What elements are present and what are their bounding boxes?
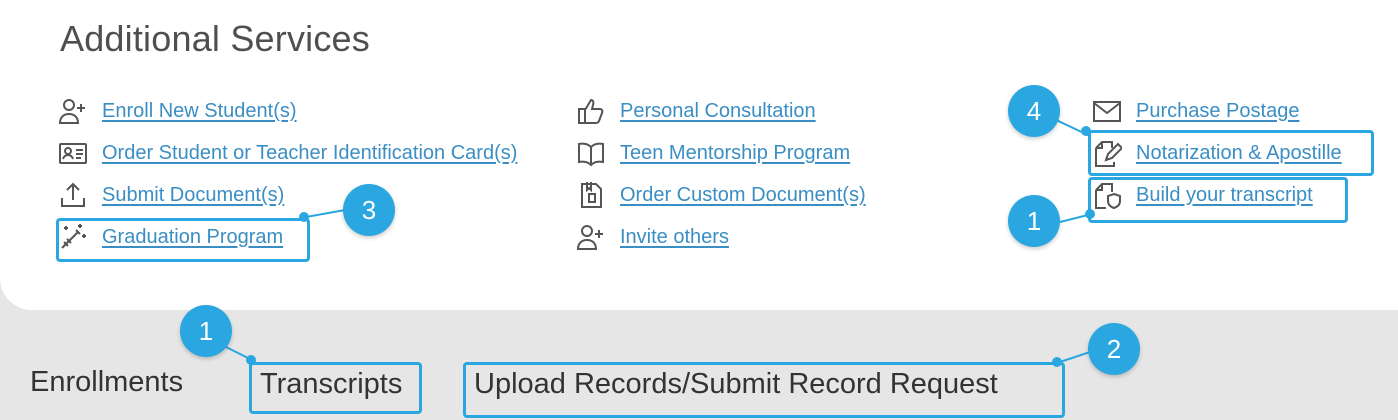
order-custom-document-link[interactable]: Order Custom Document(s) [620, 184, 866, 207]
build-transcript-link[interactable]: Build your transcript [1136, 184, 1313, 207]
envelope-icon [1090, 94, 1124, 128]
notarization-apostille-link[interactable]: Notarization & Apostille [1136, 142, 1342, 165]
submit-document-link[interactable]: Submit Document(s) [102, 184, 284, 207]
callout-badge-1-transcript: 1 [1008, 195, 1060, 247]
personal-consultation-link[interactable]: Personal Consultation [620, 100, 816, 123]
additional-services-card: Additional Services Enroll New Student(s… [0, 0, 1398, 310]
document-shield-icon [1090, 178, 1124, 212]
services-column-2: Personal Consultation Teen Mentorship Pr… [574, 90, 866, 258]
service-invite-others[interactable]: Invite others [574, 216, 866, 258]
upload-icon [56, 178, 90, 212]
callout-badge-4: 4 [1008, 85, 1060, 137]
connector-dot [1085, 209, 1095, 219]
book-open-icon [574, 136, 608, 170]
magic-wand-icon [56, 220, 90, 254]
connector-dot [1081, 126, 1091, 136]
service-notarization-apostille[interactable]: Notarization & Apostille [1090, 132, 1342, 174]
service-purchase-postage[interactable]: Purchase Postage [1090, 90, 1342, 132]
thumbs-up-icon [574, 94, 608, 128]
enroll-new-student-link[interactable]: Enroll New Student(s) [102, 100, 297, 123]
callout-badge-2: 2 [1088, 323, 1140, 375]
connector-dot [1052, 357, 1062, 367]
service-graduation-program[interactable]: Graduation Program [56, 216, 517, 258]
invite-others-link[interactable]: Invite others [620, 226, 729, 249]
service-teen-mentorship[interactable]: Teen Mentorship Program [574, 132, 866, 174]
section-title: Additional Services [60, 18, 370, 59]
user-plus-icon [56, 94, 90, 128]
callout-badge-1-tab: 1 [180, 305, 232, 357]
service-enroll-new-student[interactable]: Enroll New Student(s) [56, 90, 517, 132]
graduation-program-link[interactable]: Graduation Program [102, 226, 283, 249]
service-personal-consultation[interactable]: Personal Consultation [574, 90, 866, 132]
services-column-1: Enroll New Student(s) Order Student or T… [56, 90, 517, 258]
callout-badge-3: 3 [343, 184, 395, 236]
connector-dot [246, 355, 256, 365]
id-card-icon [56, 136, 90, 170]
service-order-custom-document[interactable]: Order Custom Document(s) [574, 174, 866, 216]
tab-upload-records[interactable]: Upload Records/Submit Record Request [474, 368, 998, 401]
tab-enrollments[interactable]: Enrollments [30, 366, 183, 399]
order-id-card-link[interactable]: Order Student or Teacher Identification … [102, 142, 517, 165]
teen-mentorship-link[interactable]: Teen Mentorship Program [620, 142, 850, 165]
connector-dot [299, 212, 309, 222]
custom-document-icon [574, 178, 608, 212]
user-plus-icon [574, 220, 608, 254]
services-column-3: Purchase Postage Notarization & Apostill… [1090, 90, 1342, 216]
purchase-postage-link[interactable]: Purchase Postage [1136, 100, 1299, 123]
document-pen-icon [1090, 136, 1124, 170]
tab-transcripts[interactable]: Transcripts [260, 368, 402, 401]
service-submit-document[interactable]: Submit Document(s) [56, 174, 517, 216]
service-build-transcript[interactable]: Build your transcript [1090, 174, 1342, 216]
service-order-id-card[interactable]: Order Student or Teacher Identification … [56, 132, 517, 174]
